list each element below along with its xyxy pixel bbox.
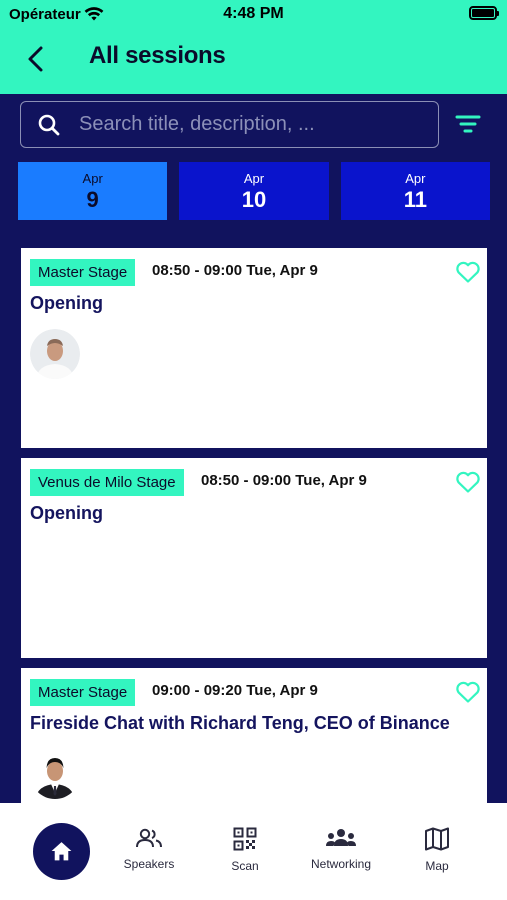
home-button[interactable] bbox=[33, 823, 90, 880]
nav-scan-label: Scan bbox=[231, 859, 259, 873]
nav-speakers-label: Speakers bbox=[123, 857, 175, 871]
search-box[interactable] bbox=[20, 101, 439, 148]
session-time: 09:00 - 09:20 Tue, Apr 9 bbox=[152, 682, 318, 699]
nav-scan[interactable]: Scan bbox=[200, 827, 290, 873]
favorite-heart-icon[interactable] bbox=[455, 470, 481, 494]
date-day: 9 bbox=[86, 187, 99, 212]
date-tabs: Apr 9 Apr 10 Apr 11 bbox=[18, 162, 490, 220]
nav-map-label: Map bbox=[425, 859, 449, 873]
session-time: 08:50 - 09:00 Tue, Apr 9 bbox=[201, 472, 367, 489]
status-bar: Opérateur 4:48 PM bbox=[0, 0, 507, 30]
speaker-avatar[interactable] bbox=[30, 749, 80, 799]
stage-badge: Master Stage bbox=[30, 259, 136, 286]
speaker-avatar[interactable] bbox=[30, 329, 80, 379]
session-time: 08:50 - 09:00 Tue, Apr 9 bbox=[152, 262, 318, 279]
date-tab-apr-9[interactable]: Apr 9 bbox=[18, 162, 168, 220]
session-title: Fireside Chat with Richard Teng, CEO of … bbox=[30, 713, 450, 733]
date-tab-apr-11[interactable]: Apr 11 bbox=[340, 162, 490, 220]
page-title: All sessions bbox=[89, 42, 226, 69]
date-day: 11 bbox=[403, 187, 427, 212]
date-month: Apr bbox=[405, 171, 426, 186]
nav-networking[interactable]: Networking bbox=[296, 827, 386, 871]
stage-badge: Master Stage bbox=[30, 679, 136, 706]
battery-icon bbox=[469, 6, 499, 20]
clock: 4:48 PM bbox=[223, 5, 284, 22]
session-card[interactable]: Venus de Milo Stage 08:50 - 09:00 Tue, A… bbox=[21, 458, 487, 658]
home-icon bbox=[51, 842, 72, 861]
favorite-heart-icon[interactable] bbox=[455, 680, 481, 704]
nav-networking-label: Networking bbox=[310, 857, 372, 871]
filter-icon[interactable] bbox=[455, 113, 481, 135]
nav-speakers[interactable]: Speakers bbox=[104, 827, 194, 871]
session-card[interactable]: Master Stage 08:50 - 09:00 Tue, Apr 9 Op… bbox=[21, 248, 487, 448]
networking-group-icon bbox=[326, 829, 356, 846]
stage-badge: Venus de Milo Stage bbox=[30, 469, 184, 496]
session-title: Opening bbox=[30, 293, 103, 313]
map-icon bbox=[425, 827, 449, 851]
speakers-icon bbox=[136, 828, 162, 848]
date-month: Apr bbox=[82, 171, 103, 186]
session-title: Opening bbox=[30, 503, 103, 523]
back-arrow-icon[interactable] bbox=[24, 44, 48, 74]
date-day: 10 bbox=[241, 187, 267, 212]
bottom-nav: Speakers Scan Networking Map bbox=[0, 803, 507, 900]
favorite-heart-icon[interactable] bbox=[455, 260, 481, 284]
search-input[interactable] bbox=[79, 108, 429, 141]
qr-code-icon bbox=[233, 827, 257, 851]
date-tab-apr-10[interactable]: Apr 10 bbox=[179, 162, 329, 220]
nav-map[interactable]: Map bbox=[392, 827, 482, 873]
search-icon bbox=[38, 114, 60, 136]
top-bar: Opérateur 4:48 PM All sessions bbox=[0, 0, 507, 94]
date-month: Apr bbox=[243, 171, 265, 186]
